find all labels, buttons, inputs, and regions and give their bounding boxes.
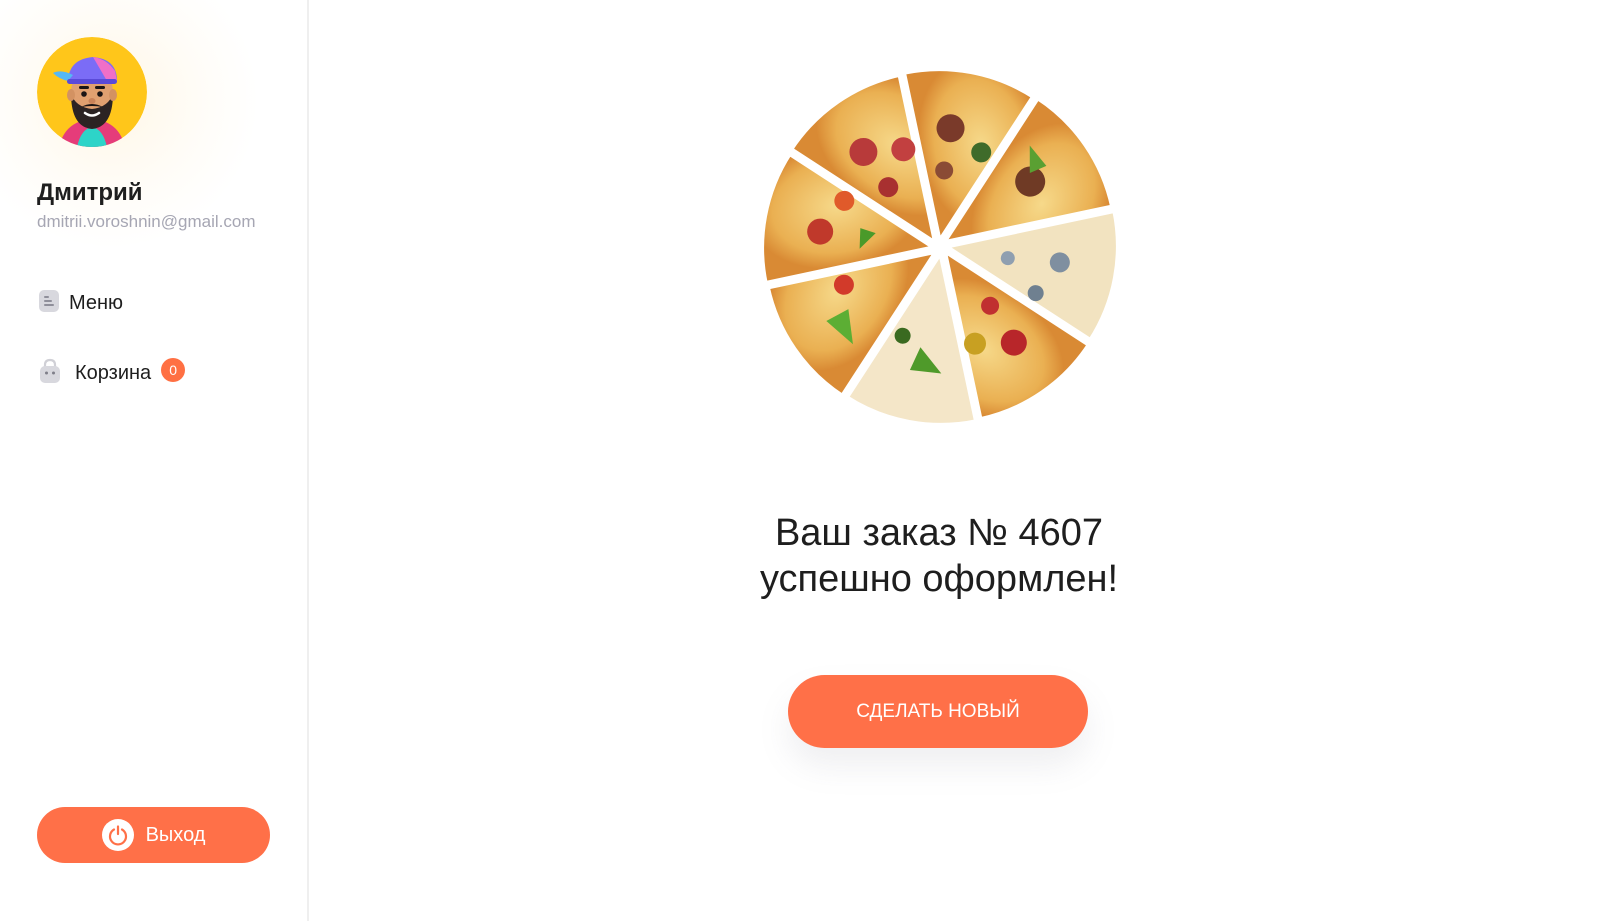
menu-list-icon	[38, 289, 60, 318]
logout-button[interactable]: Выход	[37, 807, 270, 863]
cart-count-badge: 0	[161, 358, 186, 382]
sidebar-item-cart-label: Корзина	[75, 361, 152, 384]
logout-label: Выход	[145, 823, 206, 846]
order-success-line1: Ваш заказ № 4607	[774, 512, 1104, 554]
pizza-image	[750, 57, 1130, 437]
user-email: dmitrii.voroshnin@gmail.com	[37, 212, 256, 231]
power-icon	[101, 819, 134, 851]
order-success-line2: успешно оформлен!	[759, 558, 1119, 600]
sidebar: Дмитрий dmitrii.voroshnin@gmail.com Меню	[0, 0, 309, 921]
avatar-illustration	[37, 37, 147, 147]
avatar	[37, 37, 147, 147]
main-content: Ваш заказ № 4607 успешно оформлен! СДЕЛА…	[309, 0, 1606, 921]
new-order-button[interactable]: СДЕЛАТЬ НОВЫЙ	[788, 675, 1088, 748]
shopping-bag-icon	[38, 358, 62, 389]
user-name: Дмитрий	[37, 179, 143, 206]
sidebar-item-menu-label: Меню	[69, 291, 124, 314]
order-success-message: Ваш заказ № 4607 успешно оформлен!	[309, 510, 1569, 602]
sidebar-item-menu[interactable]: Меню	[38, 288, 123, 318]
app-root: Дмитрий dmitrii.voroshnin@gmail.com Меню	[0, 0, 1606, 921]
sidebar-item-cart[interactable]: Корзина 0	[38, 358, 186, 389]
